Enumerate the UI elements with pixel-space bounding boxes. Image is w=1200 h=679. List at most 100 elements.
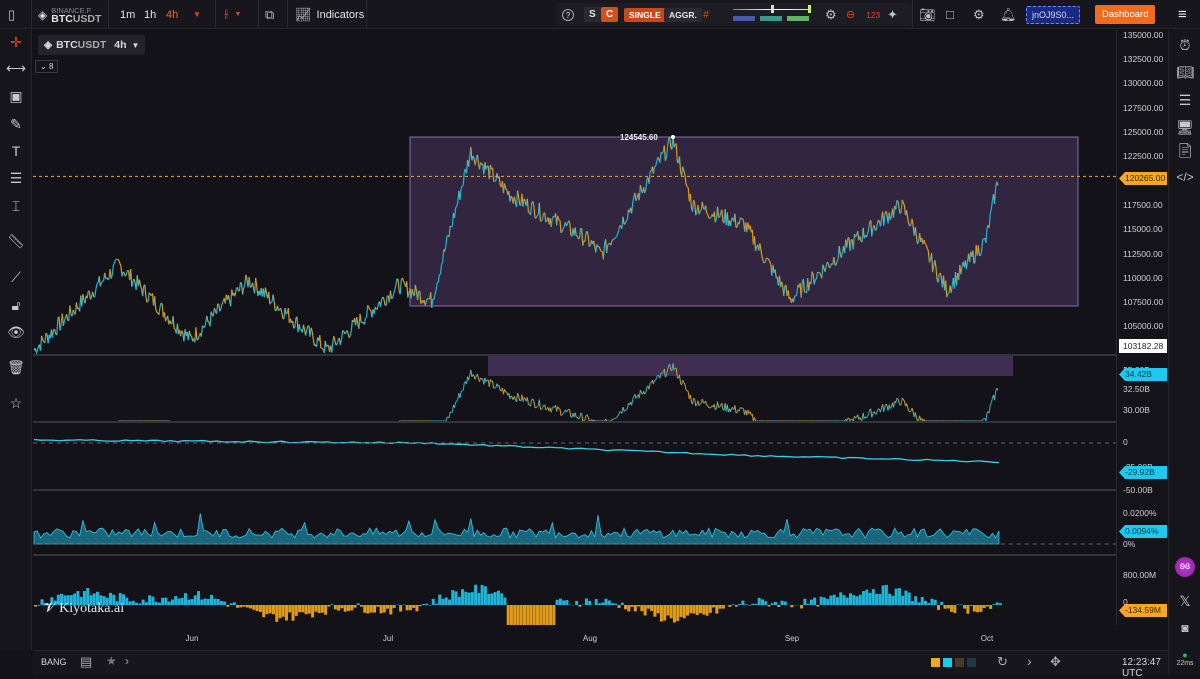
volume-delta-bar (666, 605, 669, 616)
screenshot-button[interactable]: 📷︎ (919, 0, 936, 29)
volume-delta-bar (181, 598, 184, 605)
monitor-button[interactable]: 🖥︎ (1175, 117, 1195, 137)
chart-type-button[interactable]: ⫳▼ (224, 0, 241, 29)
price-segment (159, 307, 160, 315)
eye-tool[interactable]: 👁︎ (6, 322, 26, 342)
ruler-tool[interactable]: 📏︎ (6, 231, 26, 251)
alarm-button[interactable]: ⏰︎ (1175, 35, 1195, 55)
crosshair-mode-button[interactable]: ✦ (887, 0, 898, 29)
list-button[interactable]: ☰ (1175, 90, 1195, 110)
single-button[interactable]: SINGLE (624, 0, 666, 29)
book-button[interactable]: 📖︎ (1175, 62, 1195, 82)
color-swatch[interactable] (967, 658, 976, 667)
oi-segment (615, 418, 616, 419)
volume-delta-bar (979, 605, 982, 612)
legend-collapse-button[interactable]: ⌄ 8 (35, 60, 58, 73)
dashboard-button[interactable]: Dashboard (1095, 0, 1155, 29)
pen-tool[interactable]: ✎ (6, 114, 26, 134)
heatmap-settings-button[interactable]: ⚙ (825, 0, 837, 29)
expand-chevron-icon[interactable]: › (125, 654, 129, 668)
timeframe-1m[interactable]: 1m (120, 0, 135, 29)
butterfly-icon[interactable]: ʚɞ (1175, 557, 1195, 577)
move-icon[interactable]: ✥ (1050, 654, 1061, 670)
price-segment (306, 329, 307, 335)
volume-delta-bar (125, 598, 128, 605)
time-axis[interactable]: Jun Jul Aug Sep Oct (33, 625, 1116, 650)
indicators-label: Indicators (317, 9, 365, 21)
price-segment (537, 215, 538, 216)
aggr-label: AGGR. (664, 8, 702, 22)
trash-tool[interactable]: 🗑︎ (6, 357, 26, 377)
timeframe-1h[interactable]: 1h (144, 0, 156, 29)
trend-tool[interactable]: ⟋ (6, 267, 26, 287)
sidebar-toggle-button[interactable]: ▯ (8, 0, 15, 29)
menu-button[interactable]: ≡ (1178, 0, 1187, 29)
help-button[interactable]: ? (562, 0, 574, 29)
volume-delta-bar (194, 595, 197, 605)
rectangle-tool[interactable]: ▣ (6, 86, 26, 106)
settings-button[interactable]: ⚙ (973, 0, 985, 29)
oi-segment (690, 395, 691, 402)
price-segment (293, 321, 294, 328)
color-swatch[interactable] (931, 658, 940, 667)
volume-delta-bar (618, 605, 621, 608)
crosshair-tool[interactable]: ✛ (6, 32, 26, 52)
volume-delta-bar (826, 599, 829, 605)
price-segment (342, 331, 343, 340)
star-tool[interactable]: ☆ (6, 393, 26, 413)
oi-segment (886, 404, 887, 406)
price-segment (365, 317, 366, 318)
symbol-selector[interactable]: ◈ BINANCE.F BTCUSDT (38, 0, 101, 29)
scroll-right-button[interactable]: › (1027, 653, 1032, 669)
volume-delta-bar (927, 603, 930, 605)
lock-tool[interactable]: 🔓︎ (6, 295, 26, 315)
volume-delta-tick: 800.00M (1123, 570, 1156, 580)
price-segment (64, 317, 65, 320)
volume-delta-bar (983, 605, 986, 608)
currency-s-button[interactable]: S (584, 0, 601, 29)
code-button[interactable]: </> (1175, 167, 1195, 187)
fullscreen-button[interactable]: □ (946, 0, 954, 29)
workspace-label[interactable]: BANG (41, 657, 67, 667)
layout-button[interactable]: ▤ (80, 654, 92, 670)
right-sidebar: ⏰︎ 📖︎ ☰ 🖥︎ 📄︎ </> ʚɞ 𝕏 ◙ ●22ms (1168, 30, 1200, 675)
x-icon[interactable]: 𝕏 (1175, 591, 1195, 611)
color-swatch[interactable] (955, 658, 964, 667)
volume-delta-bar (190, 599, 193, 605)
timeframe-dropdown[interactable]: ▼ (193, 0, 201, 29)
compare-button[interactable]: ⧉ (265, 0, 274, 29)
color-swatch[interactable] (943, 658, 952, 667)
currency-c-button[interactable]: C (601, 0, 618, 29)
price-segment (146, 297, 147, 302)
volume-delta-bar (380, 605, 383, 613)
volume-delta-bar (670, 605, 673, 618)
volume-delta-bar (741, 601, 744, 605)
price-scale[interactable]: 135000.00 132500.00 130000.00 127500.00 … (1116, 30, 1168, 625)
volume-delta-bar (272, 605, 275, 614)
volume-delta-bar (314, 605, 317, 612)
volume-delta-bar (950, 605, 953, 612)
account-button[interactable]: jnOJ9S0... (1026, 0, 1080, 29)
zoom-button[interactable]: ⊖ (846, 0, 855, 29)
document-button[interactable]: 📄︎ (1175, 140, 1195, 160)
values-button[interactable]: 123 (866, 0, 880, 29)
heatmap-range-slider[interactable] (731, 7, 811, 23)
favorite-star-icon[interactable]: ★ (106, 654, 117, 668)
price-chart[interactable] (33, 30, 1116, 625)
aggr-button[interactable]: AGGR. (664, 0, 702, 29)
chart-legend-symbol[interactable]: ◈ BTCUSDT 4h▼ (38, 35, 145, 55)
timeframe-4h[interactable]: 4h (166, 0, 178, 29)
indicators-button[interactable]: 📈︎Indicators (295, 0, 364, 29)
volume-delta-bar (957, 604, 960, 605)
oi-segment (645, 393, 646, 394)
volume-delta-bar (464, 592, 467, 605)
reset-button[interactable]: ↻ (997, 654, 1008, 670)
fib-tool[interactable]: ☰ (6, 168, 26, 188)
volume-delta-bar (565, 600, 568, 605)
measure-tool[interactable]: ⌶ (6, 196, 26, 216)
grid-button[interactable]: # (703, 0, 709, 29)
horizontal-ray-tool[interactable]: ⟷ (6, 58, 26, 78)
discord-icon[interactable]: ◙ (1175, 618, 1195, 638)
text-tool[interactable]: T (6, 141, 26, 161)
notifications-button[interactable]: 🔔︎ (1000, 0, 1017, 29)
